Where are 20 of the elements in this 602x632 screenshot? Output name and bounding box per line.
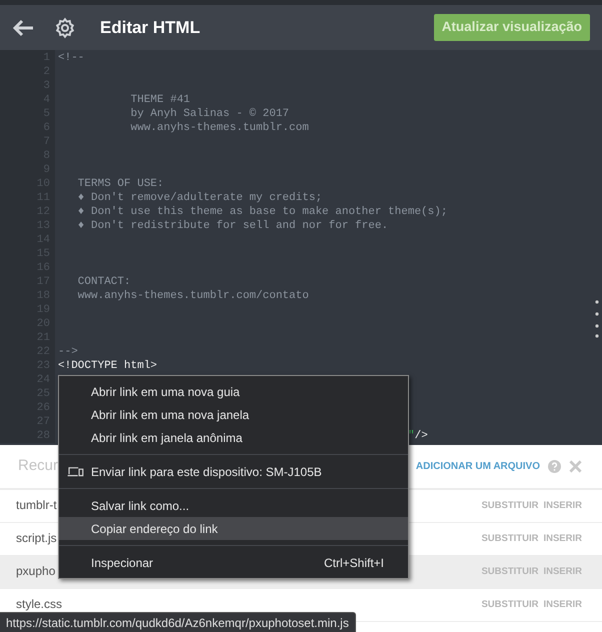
code-line: THEME #41 [130, 93, 190, 107]
link-url-tooltip: https://static.tumblr.com/qudkd6d/Az6nkemqr/pxuphotoset.min.js [0, 612, 356, 632]
code-line: CONTACT: [76, 275, 131, 289]
code-line: --> [57, 345, 78, 359]
code-line: by Anyh Salinas - © 2017 [130, 107, 290, 121]
file-name: script.js [16, 532, 57, 545]
file-name: tumblr-t [16, 499, 57, 512]
file-name: style.css [16, 598, 62, 611]
panel-title: Recur [18, 456, 58, 476]
code-line: www.anyhs-themes.tumblr.com [130, 121, 309, 135]
code-line: TERMS OF USE: [76, 177, 164, 191]
code-line: <!-- [57, 51, 84, 65]
code-line: ♦ Don't redistribute for sell and nor for free. [76, 219, 388, 233]
code-line: ♦ Don't use this theme as base to make another theme(s); [76, 205, 448, 219]
code-line: ♦ Don't remove/adulterate my credits; [76, 191, 322, 205]
page-title: Editar HTML [100, 16, 200, 39]
code-line: www.anyhs-themes.tumblr.com/contato [76, 289, 309, 303]
code-fragment: "/> [408, 429, 428, 443]
file-name: pxupho [16, 565, 56, 578]
code-line: <!DOCTYPE html> [57, 359, 158, 373]
